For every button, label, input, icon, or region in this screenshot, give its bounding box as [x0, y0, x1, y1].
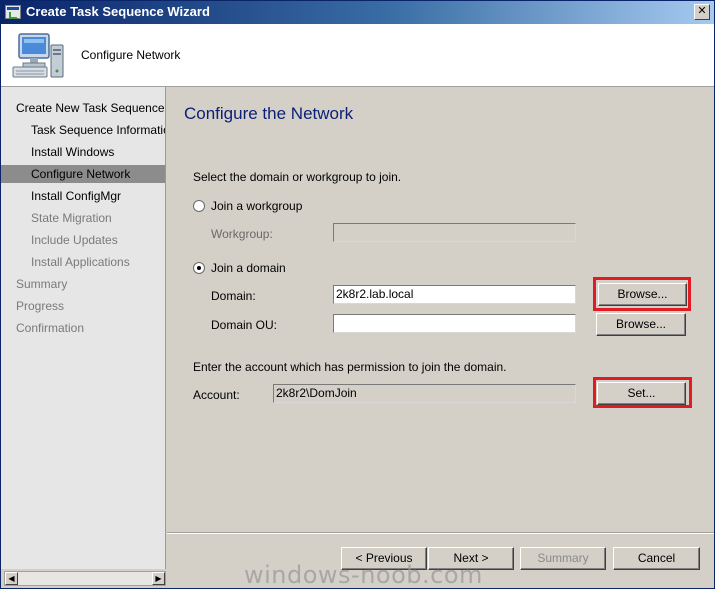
- summary-button: Summary: [520, 547, 606, 570]
- scroll-right-icon[interactable]: ▶: [152, 572, 165, 585]
- wizard-nav: Create New Task Sequence Task Sequence I…: [1, 87, 166, 569]
- cancel-button[interactable]: Cancel: [613, 547, 700, 570]
- domain-ou-browse-button[interactable]: Browse...: [596, 313, 686, 336]
- footer-separator: [167, 532, 714, 534]
- page-title: Configure the Network: [184, 104, 354, 123]
- wizard-window: Create Task Sequence Wizard ✕ Configure …: [0, 0, 715, 589]
- nav-item-confirmation: Confirmation: [16, 321, 85, 335]
- nav-item-install-windows[interactable]: Install Windows: [1, 143, 165, 161]
- nav-item-state-migration: State Migration: [31, 211, 112, 225]
- nav-item-create-new-task-sequence[interactable]: Create New Task Sequence: [1, 99, 165, 117]
- join-domain-label[interactable]: Join a domain: [211, 261, 286, 275]
- watermark-text: windows-noob.com: [244, 561, 483, 589]
- nav-item-install-configmgr[interactable]: Install ConfigMgr: [1, 187, 165, 205]
- wizard-header: Configure Network: [1, 24, 714, 87]
- nav-item-summary: Summary: [16, 277, 68, 291]
- workgroup-field[interactable]: [333, 223, 576, 242]
- header-title: Configure Network: [81, 48, 181, 62]
- window-title: Create Task Sequence Wizard: [26, 4, 210, 19]
- computer-icon: [12, 33, 64, 78]
- scroll-left-icon[interactable]: ◀: [5, 572, 18, 585]
- domain-field[interactable]: 2k8r2.lab.local: [333, 285, 576, 304]
- close-icon[interactable]: ✕: [694, 4, 710, 20]
- domain-browse-highlight: [593, 277, 691, 311]
- nav-horizontal-scrollbar[interactable]: ◀ ▶: [4, 571, 166, 586]
- instruction-text: Select the domain or workgroup to join.: [193, 170, 402, 184]
- nav-item-task-sequence-information[interactable]: Task Sequence Information: [1, 121, 165, 139]
- join-domain-radio[interactable]: [193, 262, 205, 274]
- domain-label: Domain:: [211, 289, 256, 303]
- nav-item-install-applications: Install Applications: [31, 255, 130, 269]
- account-label: Account:: [193, 388, 240, 402]
- workgroup-label: Workgroup:: [211, 227, 273, 241]
- nav-item-configure-network[interactable]: Configure Network: [1, 165, 165, 183]
- account-instruction-text: Enter the account which has permission t…: [193, 360, 507, 374]
- task-sequence-icon: [5, 5, 21, 19]
- title-bar[interactable]: Create Task Sequence Wizard ✕: [1, 1, 714, 24]
- account-field: 2k8r2\DomJoin: [273, 384, 576, 403]
- join-workgroup-label[interactable]: Join a workgroup: [211, 199, 302, 213]
- join-workgroup-radio[interactable]: [193, 200, 205, 212]
- nav-item-include-updates: Include Updates: [31, 233, 118, 247]
- domain-ou-label: Domain OU:: [211, 318, 278, 332]
- nav-item-progress: Progress: [16, 299, 65, 313]
- domain-ou-field[interactable]: [333, 314, 576, 333]
- set-account-highlight: [593, 377, 692, 408]
